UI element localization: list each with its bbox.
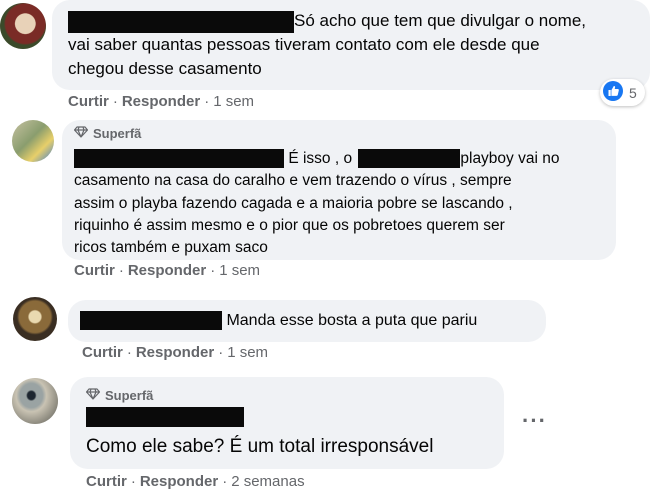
thumbs-up-icon bbox=[603, 81, 623, 104]
redacted-name bbox=[74, 149, 284, 169]
reply-button[interactable]: Responder bbox=[136, 344, 214, 361]
comment-actions: Curtir · Responder · 2 semanas bbox=[86, 473, 305, 490]
more-options-icon[interactable]: ··· bbox=[522, 408, 547, 434]
like-button[interactable]: Curtir bbox=[86, 473, 127, 490]
avatar[interactable] bbox=[0, 3, 46, 49]
timestamp[interactable]: 1 sem bbox=[219, 262, 260, 279]
timestamp[interactable]: 1 sem bbox=[213, 93, 254, 110]
comment-text: É isso , o playboy vai no casamento na c… bbox=[74, 149, 560, 257]
reply-button[interactable]: Responder bbox=[122, 93, 200, 110]
like-button[interactable]: Curtir bbox=[68, 93, 109, 110]
like-button[interactable]: Curtir bbox=[82, 344, 123, 361]
comment-text: Manda esse bosta a puta que pariu bbox=[80, 310, 477, 333]
comment-actions: Curtir · Responder · 1 sem bbox=[74, 262, 261, 279]
comment-text: Só acho que tem que divulgar o nome, vai… bbox=[68, 10, 587, 79]
reply-button[interactable]: Responder bbox=[140, 473, 218, 490]
superfan-badge: Superfã bbox=[73, 126, 141, 141]
avatar[interactable] bbox=[13, 297, 57, 341]
avatar[interactable] bbox=[12, 378, 58, 424]
comment-actions: Curtir · Responder · 1 sem bbox=[82, 344, 269, 361]
diamond-icon bbox=[73, 126, 89, 141]
reply-button[interactable]: Responder bbox=[128, 262, 206, 279]
comment-text: Como ele sabe? É um total irresponsável bbox=[86, 436, 434, 457]
reaction-count: 5 bbox=[629, 84, 637, 101]
redacted-name bbox=[68, 10, 294, 33]
avatar[interactable] bbox=[12, 120, 54, 162]
timestamp[interactable]: 1 sem bbox=[227, 344, 268, 361]
reaction-summary[interactable]: 5 bbox=[600, 79, 645, 106]
redacted-name bbox=[80, 311, 222, 331]
like-button[interactable]: Curtir bbox=[74, 262, 115, 279]
comment-actions: Curtir · Responder · 1 sem bbox=[68, 93, 255, 110]
redacted-name bbox=[358, 149, 461, 169]
redacted-name bbox=[86, 407, 244, 427]
superfan-badge: Superfã bbox=[85, 388, 153, 403]
timestamp[interactable]: 2 semanas bbox=[231, 473, 304, 490]
diamond-icon bbox=[85, 388, 101, 403]
